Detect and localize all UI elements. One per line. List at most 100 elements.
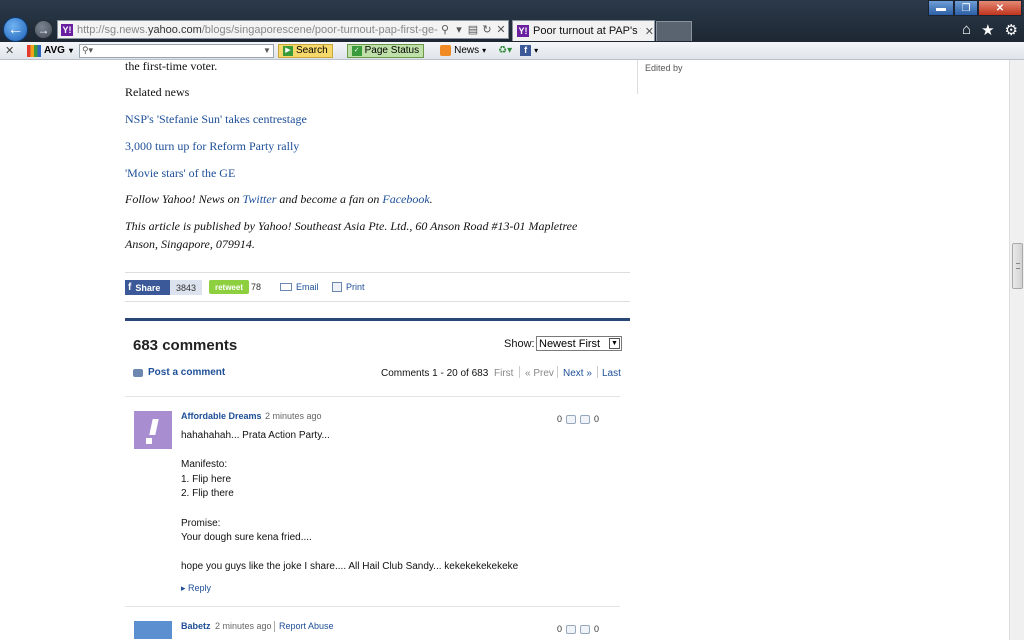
new-tab-button[interactable] <box>656 21 692 41</box>
related-link-movie-stars[interactable]: 'Movie stars' of the GE <box>125 166 235 181</box>
search-icon[interactable]: ⚲ <box>438 23 452 36</box>
retweet-button[interactable]: retweet <box>209 280 249 294</box>
gear-icon[interactable]: ⚙ <box>1005 21 1018 39</box>
yahoo-favicon-icon: Y! <box>61 23 73 36</box>
post-comment-link[interactable]: Post a comment <box>133 367 225 378</box>
avatar[interactable] <box>134 411 172 449</box>
toolbar-search-input[interactable]: ⚲▾ ▼ <box>78 43 274 58</box>
browser-title-bar: ← → Y! http://sg.news.yahoo.com/blogs/si… <box>0 0 1024 42</box>
pager-separator <box>519 366 520 378</box>
search-button-label: Search <box>295 45 328 56</box>
reply-link[interactable]: ▸ Reply <box>181 583 211 594</box>
avg-menu[interactable]: AVG ▾ <box>27 44 73 57</box>
tab-close-icon[interactable]: ✕ <box>645 25 654 38</box>
grip-icon <box>1016 263 1020 269</box>
print-label: Print <box>346 282 365 292</box>
page-status-button[interactable]: ✓ Page Status <box>346 43 425 58</box>
thumbs-down-icon[interactable] <box>580 414 591 424</box>
comment-item: Affordable Dreams 2 minutes ago 0 0 haha… <box>125 396 620 606</box>
favorites-star-icon[interactable]: ★ <box>981 21 994 39</box>
printer-icon <box>332 282 342 292</box>
minimize-button[interactable]: ▬ <box>928 0 954 16</box>
magnifier-icon: ⚲▾ <box>81 45 94 55</box>
facebook-menu[interactable]: f ▾ <box>520 45 538 56</box>
print-link[interactable]: Print <box>332 282 365 292</box>
tab-poor-turnout[interactable]: Y! Poor turnout at PAP's first ... ✕ <box>512 20 655 41</box>
news-label: News <box>454 45 480 56</box>
related-link-reform-party[interactable]: 3,000 turn up for Reform Party rally <box>125 139 299 154</box>
comment-time: 2 minutes ago <box>215 621 272 631</box>
recycle-icon[interactable]: ♻▾ <box>498 45 512 56</box>
chevron-down-icon: ▾ <box>482 46 487 55</box>
home-icon[interactable]: ⌂ <box>962 21 971 39</box>
share-label: Share <box>135 282 161 293</box>
toolbar-extras: ♻▾ f ▾ <box>498 45 538 56</box>
follow-line: Follow Yahoo! News on Twitter and become… <box>125 192 433 207</box>
chevron-down-icon: ▾ <box>68 46 73 55</box>
edited-by-label: Edited by <box>645 63 683 73</box>
comment-votes: 0 0 <box>557 624 599 634</box>
report-abuse-link[interactable]: Report Abuse <box>279 621 334 631</box>
thumbs-up-icon[interactable] <box>566 624 577 634</box>
avatar-mark <box>146 438 152 444</box>
avg-logo-icon <box>27 44 41 57</box>
pager-first: First <box>494 368 514 379</box>
facebook-link[interactable]: Facebook <box>382 192 429 206</box>
share-bar: f Share 3843 retweet 78 Email Print <box>125 272 630 302</box>
comment-item: Babetz 2 minutes ago Report Abuse 0 0 <box>125 606 620 640</box>
pager-separator <box>557 366 558 378</box>
comment-author[interactable]: Babetz <box>181 621 211 631</box>
email-label: Email <box>296 282 319 292</box>
pager-last[interactable]: Last <box>602 368 621 379</box>
facebook-icon: f <box>128 282 132 293</box>
dropdown-chevron-icon[interactable]: ▾ <box>452 23 466 36</box>
tab-title: Poor turnout at PAP's first ... <box>533 25 641 37</box>
sort-select[interactable]: Newest First ▼ <box>536 336 622 351</box>
thumbs-up-icon[interactable] <box>566 414 577 424</box>
email-link[interactable]: Email <box>280 282 319 292</box>
share-count: 3843 <box>170 280 202 295</box>
chevron-down-icon[interactable]: ▼ <box>609 338 620 349</box>
page-content: the first-time voter. Edited by Related … <box>0 60 1009 640</box>
close-window-button[interactable]: ✕ <box>978 0 1022 16</box>
comment-author[interactable]: Affordable Dreams <box>181 411 262 421</box>
page-status-label: Page Status <box>364 45 420 56</box>
url-prefix: http://sg.news. <box>77 23 148 36</box>
vertical-scrollbar[interactable] <box>1009 60 1024 640</box>
retweet-count: 78 <box>251 282 262 292</box>
sort-selected-value: Newest First <box>539 337 601 350</box>
chevron-down-icon[interactable]: ▼ <box>263 46 271 55</box>
toolbar-search-button[interactable]: ▶ Search <box>277 43 333 58</box>
check-icon: ✓ <box>351 45 362 56</box>
post-comment-label: Post a comment <box>148 367 226 378</box>
refresh-icon[interactable]: ↻ <box>480 23 494 36</box>
comment-votes: 0 0 <box>557 414 599 424</box>
news-menu[interactable]: News ▾ <box>440 45 486 56</box>
scrollbar-thumb[interactable] <box>1012 243 1023 289</box>
twitter-link[interactable]: Twitter <box>243 192 277 206</box>
compatibility-icon[interactable]: ▤ <box>466 23 480 36</box>
follow-middle: and become a fan on <box>276 192 383 206</box>
pager-separator <box>597 366 598 378</box>
follow-suffix: . <box>429 192 433 206</box>
forward-arrow-icon: → <box>37 22 50 37</box>
related-link-nsp[interactable]: NSP's 'Stefanie Sun' takes centrestage <box>125 112 307 127</box>
address-url[interactable]: http://sg.news.yahoo.com/blogs/singapore… <box>77 24 438 36</box>
thumbs-down-icon[interactable] <box>580 624 591 634</box>
thumbs-up-count: 0 <box>557 414 563 424</box>
url-domain: yahoo.com <box>147 23 202 36</box>
back-button[interactable]: ← <box>3 17 28 42</box>
reply-label: Reply <box>188 583 212 593</box>
restore-button[interactable]: ❐ <box>954 0 978 16</box>
forward-button[interactable]: → <box>34 20 53 39</box>
follow-prefix: Follow Yahoo! News on <box>125 192 243 206</box>
facebook-share-button[interactable]: f Share <box>125 280 170 295</box>
avatar[interactable] <box>134 621 172 639</box>
toolbar-close-icon[interactable]: ✕ <box>5 44 17 57</box>
stop-icon[interactable]: ✕ <box>494 23 508 36</box>
url-path: /blogs/singaporescene/poor-turnout-pap-f… <box>201 23 438 36</box>
pager-next[interactable]: Next » <box>563 368 592 379</box>
comments-divider <box>125 318 630 321</box>
address-bar[interactable]: Y! http://sg.news.yahoo.com/blogs/singap… <box>57 20 509 39</box>
thumbs-down-count: 0 <box>594 624 600 634</box>
